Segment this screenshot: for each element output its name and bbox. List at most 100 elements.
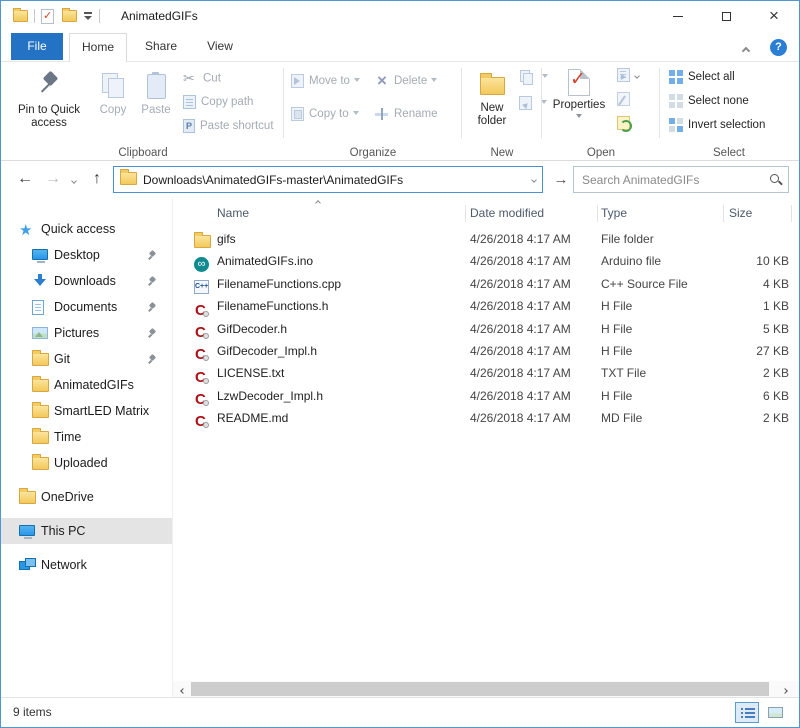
- move-to-button[interactable]: Move to: [291, 74, 360, 88]
- file-row[interactable]: FilenameFunctions.h 4/26/2018 4:17 AM H …: [173, 295, 799, 317]
- rename-button[interactable]: Rename: [375, 107, 437, 121]
- file-row[interactable]: GifDecoder_Impl.h 4/26/2018 4:17 AM H Fi…: [173, 340, 799, 362]
- details-view-button[interactable]: [735, 702, 759, 723]
- tab-home[interactable]: Home: [69, 33, 127, 62]
- scrollbar-thumb[interactable]: [191, 682, 769, 696]
- column-divider[interactable]: [723, 205, 724, 222]
- sidebar-item-icon: [32, 249, 48, 260]
- column-divider[interactable]: [465, 205, 466, 222]
- sidebar-item[interactable]: AnimatedGIFs: [1, 372, 172, 398]
- sidebar-item[interactable]: Uploaded: [1, 450, 172, 476]
- column-header-date-modified[interactable]: Date modified: [470, 198, 544, 228]
- address-dropdown-icon[interactable]: [531, 177, 537, 183]
- scroll-right-arrow[interactable]: [777, 681, 793, 697]
- file-name[interactable]: GifDecoder.h: [217, 318, 462, 340]
- select-none-button[interactable]: Select none: [669, 94, 749, 108]
- close-button[interactable]: ×: [763, 5, 785, 27]
- file-row[interactable]: LICENSE.txt 4/26/2018 4:17 AM TXT File 2…: [173, 362, 799, 384]
- sidebar-item[interactable]: Pictures: [1, 320, 172, 346]
- file-name[interactable]: AnimatedGIFs.ino: [217, 250, 462, 272]
- select-all-button[interactable]: Select all: [669, 70, 735, 84]
- qat-customize-dropdown-icon[interactable]: [83, 11, 93, 21]
- address-path[interactable]: Downloads\AnimatedGIFs-master\AnimatedGI…: [143, 173, 532, 187]
- file-row[interactable]: gifs 4/26/2018 4:17 AM File folder: [173, 228, 799, 250]
- sidebar-item[interactable]: Time: [1, 424, 172, 450]
- chevron-up-icon: [742, 47, 750, 55]
- qat-properties-icon[interactable]: [41, 9, 54, 24]
- file-name[interactable]: GifDecoder_Impl.h: [217, 340, 462, 362]
- column-header-type[interactable]: Type: [601, 198, 627, 228]
- open-button[interactable]: [617, 68, 639, 82]
- column-header-name[interactable]: Name: [217, 198, 249, 228]
- column-header-size[interactable]: Size: [729, 198, 752, 228]
- delete-x-icon: [375, 74, 389, 88]
- collapse-ribbon-button[interactable]: [743, 43, 759, 57]
- forward-button[interactable]: →: [41, 167, 65, 191]
- sidebar-item-label: Git: [54, 352, 70, 366]
- sidebar-item[interactable]: Downloads: [1, 268, 172, 294]
- file-list: Name Date modified Type Size gifs 4/26/2…: [172, 198, 799, 697]
- file-row[interactable]: FilenameFunctions.cpp 4/26/2018 4:17 AM …: [173, 273, 799, 295]
- ribbon-group-clipboard: Pin to Quick access Copy Paste Cut Copy …: [5, 62, 281, 161]
- file-name[interactable]: FilenameFunctions.h: [217, 295, 462, 317]
- sidebar-item-icon: [19, 222, 36, 239]
- qat-new-folder-icon[interactable]: [62, 10, 77, 22]
- file-name[interactable]: gifs: [217, 228, 462, 250]
- horizontal-scrollbar[interactable]: [173, 681, 799, 697]
- sidebar-item[interactable]: Documents: [1, 294, 172, 320]
- help-button[interactable]: ?: [770, 39, 787, 56]
- go-to-address-button[interactable]: →: [549, 166, 573, 193]
- new-folder-button[interactable]: New folder: [465, 66, 519, 128]
- address-box[interactable]: Downloads\AnimatedGIFs-master\AnimatedGI…: [113, 166, 543, 193]
- sidebar-item-label: Documents: [54, 300, 117, 314]
- properties-button[interactable]: Properties: [549, 66, 609, 125]
- large-icons-view-button[interactable]: [763, 702, 787, 723]
- pin-to-quick-access-button[interactable]: Pin to Quick access: [9, 66, 89, 130]
- paste-button[interactable]: Paste: [135, 66, 177, 117]
- paste-shortcut-button[interactable]: Paste shortcut: [183, 119, 274, 133]
- file-type: H File: [601, 385, 715, 407]
- scroll-left-arrow[interactable]: [175, 681, 191, 697]
- minimize-button[interactable]: [667, 5, 689, 27]
- file-size: 5 KB: [711, 318, 789, 340]
- cut-button[interactable]: Cut: [183, 71, 221, 86]
- file-type: Arduino file: [601, 250, 715, 272]
- new-group-label: New: [463, 147, 541, 159]
- edit-button[interactable]: [617, 92, 635, 106]
- copy-button[interactable]: Copy: [93, 66, 133, 117]
- back-button[interactable]: ←: [13, 167, 37, 191]
- file-row[interactable]: LzwDecoder_Impl.h 4/26/2018 4:17 AM H Fi…: [173, 385, 799, 407]
- invert-selection-button[interactable]: Invert selection: [669, 118, 765, 132]
- tab-file[interactable]: File: [11, 33, 63, 60]
- sidebar-item[interactable]: Git: [1, 346, 172, 372]
- sidebar-item[interactable]: Quick access: [1, 216, 172, 242]
- sidebar-item[interactable]: SmartLED Matrix: [1, 398, 172, 424]
- sidebar-item[interactable]: This PC: [1, 518, 172, 544]
- search-input[interactable]: [580, 172, 769, 188]
- column-divider[interactable]: [597, 205, 598, 222]
- sidebar-item[interactable]: Desktop: [1, 242, 172, 268]
- tab-share[interactable]: Share: [133, 33, 189, 62]
- delete-button[interactable]: Delete: [375, 74, 437, 88]
- up-button[interactable]: ↑: [85, 167, 109, 191]
- recent-locations-dropdown[interactable]: [67, 167, 81, 191]
- search-icon[interactable]: [769, 173, 782, 186]
- file-row[interactable]: AnimatedGIFs.ino 4/26/2018 4:17 AM Ardui…: [173, 250, 799, 272]
- file-name[interactable]: FilenameFunctions.cpp: [217, 273, 462, 295]
- history-button[interactable]: [617, 116, 635, 130]
- copy-path-button[interactable]: Copy path: [183, 95, 253, 109]
- search-box[interactable]: [573, 166, 789, 193]
- file-name[interactable]: README.md: [217, 407, 462, 429]
- file-row[interactable]: README.md 4/26/2018 4:17 AM MD File 2 KB: [173, 407, 799, 429]
- tab-view[interactable]: View: [195, 33, 245, 62]
- column-divider[interactable]: [791, 205, 792, 222]
- file-name[interactable]: LzwDecoder_Impl.h: [217, 385, 462, 407]
- title-bar: AnimatedGIFs ×: [1, 1, 799, 31]
- copy-to-button[interactable]: Copy to: [291, 107, 359, 121]
- sidebar-item[interactable]: Network: [1, 552, 172, 578]
- file-name[interactable]: LICENSE.txt: [217, 362, 462, 384]
- history-icon: [617, 116, 630, 130]
- file-row[interactable]: GifDecoder.h 4/26/2018 4:17 AM H File 5 …: [173, 318, 799, 340]
- sidebar-item[interactable]: OneDrive: [1, 484, 172, 510]
- maximize-button[interactable]: [715, 5, 737, 27]
